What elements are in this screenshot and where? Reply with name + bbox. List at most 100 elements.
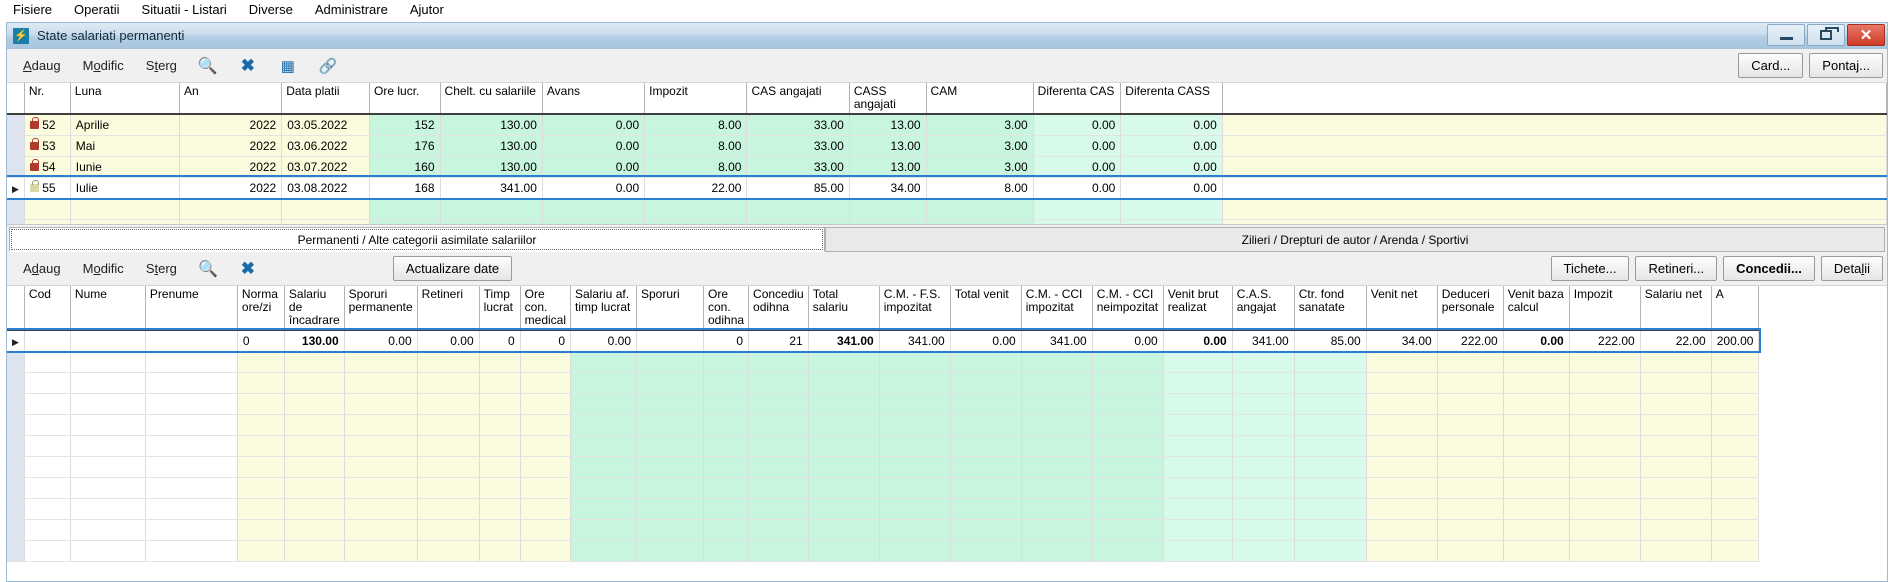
cell-deduceri_personale[interactable]: 222.00 [1437,330,1504,352]
cell-empty[interactable] [879,519,951,541]
cell-empty[interactable] [879,498,951,520]
cell-cam[interactable]: 3.00 [926,156,1034,178]
cell-empty[interactable] [1711,372,1760,394]
cell-empty[interactable] [636,372,704,394]
cell-empty[interactable] [24,477,71,499]
cell-empty[interactable] [1569,477,1641,499]
cell-empty[interactable] [879,540,951,562]
cell-empty[interactable] [284,351,345,373]
column-header-cod[interactable]: Cod [24,286,71,331]
cell-empty[interactable] [479,372,521,394]
cell-empty[interactable] [520,540,572,562]
cell-diferenta_cas[interactable]: 0.00 [1033,114,1122,136]
cell-nume[interactable] [70,330,146,352]
cell-cas_angajati[interactable] [746,198,850,220]
cell-empty[interactable] [950,372,1022,394]
cell-empty[interactable] [808,540,880,562]
cell-timp_lucrat[interactable]: 0 [479,330,521,352]
row-selector[interactable] [7,498,25,520]
cell-nr[interactable]: 52 [24,114,71,136]
cell-empty[interactable] [950,519,1022,541]
cell-empty[interactable] [950,498,1022,520]
column-header-venit_baza_calcul[interactable]: Venit baza calcul [1503,286,1570,331]
cell-diferenta_cas[interactable] [1033,198,1122,220]
cell-empty[interactable] [1232,393,1295,415]
cell-empty[interactable] [70,351,146,373]
cell-empty[interactable] [808,351,880,373]
cell-empty[interactable] [703,435,750,457]
find-icon[interactable]: 🔍 [193,256,223,282]
cell-empty[interactable] [479,435,521,457]
cell-empty[interactable] [703,498,750,520]
cell-cas_angajati[interactable]: 33.00 [746,114,850,136]
cell-diferenta_cas[interactable]: 0.00 [1033,177,1122,199]
cell-empty[interactable] [284,435,345,457]
cell-cam[interactable] [926,198,1034,220]
cell-empty[interactable] [1437,393,1504,415]
cell-empty[interactable] [1021,540,1093,562]
cell-empty[interactable] [570,393,637,415]
cell-empty[interactable] [1711,414,1760,436]
menu-item-diverse[interactable]: Diverse [238,0,304,20]
cell-empty[interactable] [417,498,480,520]
row-selector[interactable] [7,456,25,478]
table-row[interactable]: ▶ 0 130.00 0.00 0.00 0 0 0.00 0 21 341.00 341.00 0.0… [7,328,1761,353]
cell-empty[interactable] [237,393,285,415]
table-row[interactable] [7,219,1887,224]
cell-cass_angajati[interactable] [849,198,927,220]
cell-cas_angajati[interactable]: 85.00 [746,177,850,199]
link-icon[interactable]: 🔗 [313,53,343,79]
cell-empty[interactable] [479,498,521,520]
cell-empty[interactable] [70,498,146,520]
cell-empty[interactable] [1163,498,1233,520]
cell-empty[interactable] [748,351,809,373]
cell-empty[interactable] [1640,414,1712,436]
cell-empty[interactable] [344,435,418,457]
column-header-venit_brut_realizat[interactable]: Venit brut realizat [1163,286,1233,331]
cell-cass_angajati[interactable]: 13.00 [849,156,927,178]
cell-luna[interactable]: Iulie [70,177,181,199]
cell-empty[interactable] [879,435,951,457]
cell-empty[interactable] [145,477,238,499]
cell-diferenta_cass[interactable]: 0.00 [1120,156,1223,178]
column-header-nume[interactable]: Nume [70,286,146,331]
column-header-salariu_incadrare[interactable]: Salariu de încadrare [284,286,345,331]
cell-impozit[interactable]: 222.00 [1569,330,1641,352]
cell-empty[interactable] [417,414,480,436]
cell-empty[interactable] [950,393,1022,415]
cell-cas_angajat[interactable]: 341.00 [1232,330,1295,352]
cell-cass_angajati[interactable] [849,219,927,224]
cell-empty[interactable] [520,435,572,457]
cell-empty[interactable] [1021,351,1093,373]
cell-empty[interactable] [636,393,704,415]
cell-empty[interactable] [1021,519,1093,541]
cell-empty[interactable] [1640,498,1712,520]
cell-empty[interactable] [1163,393,1233,415]
cell-total_salariu[interactable]: 341.00 [808,330,880,352]
cell-empty[interactable] [1021,477,1093,499]
cell-empty[interactable] [748,540,809,562]
cell-cam[interactable]: 3.00 [926,135,1034,157]
cell-empty[interactable] [1503,519,1570,541]
cell-ore_lucr[interactable] [369,198,441,220]
cell-empty[interactable] [284,540,345,562]
cell-empty[interactable] [1232,456,1295,478]
cell-empty[interactable] [344,372,418,394]
cell-luna[interactable] [70,198,181,220]
cell-tail[interactable] [1222,198,1887,220]
cell-empty[interactable] [1163,414,1233,436]
sterg-button-bottom[interactable]: Sterg [140,259,183,278]
cell-empty[interactable] [1640,372,1712,394]
cell-cass_angajati[interactable]: 34.00 [849,177,927,199]
adaug-button-top[interactable]: Adaug [17,56,67,75]
cell-chelt_salarii[interactable]: 341.00 [440,177,543,199]
cell-empty[interactable] [748,393,809,415]
cell-empty[interactable] [703,372,750,394]
cell-empty[interactable] [70,519,146,541]
sterg-button-top[interactable]: Sterg [140,56,183,75]
cell-empty[interactable] [145,372,238,394]
cell-venit_brut_realizat[interactable]: 0.00 [1163,330,1233,352]
cell-empty[interactable] [1232,477,1295,499]
cell-data_platii[interactable]: 03.08.2022 [281,177,371,199]
cell-empty[interactable] [879,456,951,478]
